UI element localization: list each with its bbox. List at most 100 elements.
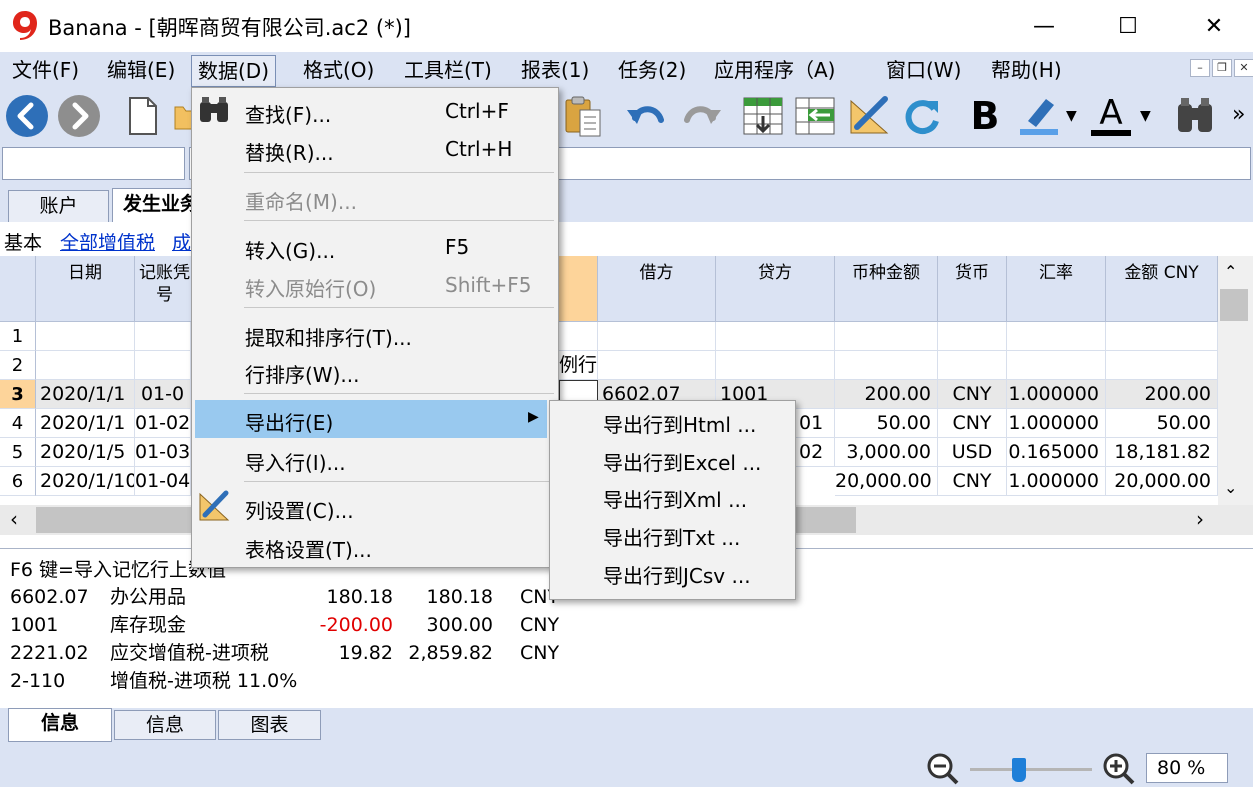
scroll-left-icon[interactable]: ‹ [10, 507, 18, 531]
table-cell-currency-amount[interactable]: 50.00 [835, 409, 938, 438]
paste-icon[interactable] [560, 92, 606, 140]
column-header-currency[interactable]: 货币 [938, 256, 1007, 322]
toolbar-more-icon[interactable]: » [1232, 102, 1245, 127]
zoom-out-icon[interactable] [926, 752, 960, 791]
table-cell-currency[interactable]: CNY [938, 409, 1007, 438]
row-number[interactable]: 4 [0, 409, 36, 438]
menu-item-goto[interactable]: 转入(G)... F5 [192, 228, 558, 266]
chevron-down-icon[interactable]: ▼ [1066, 108, 1077, 124]
table-cell-date[interactable]: 2020/1/5 [36, 438, 135, 467]
table-cell[interactable] [938, 351, 1007, 380]
view-basic[interactable]: 基本 [4, 228, 42, 255]
tab-transactions[interactable]: 发生业务 [112, 188, 197, 222]
menu-item-sort-rows[interactable]: 行排序(W)... [192, 352, 558, 390]
undo-icon[interactable] [624, 92, 670, 140]
menu-item-extract-sort[interactable]: 提取和排序行(T)... [192, 315, 558, 353]
tab-info[interactable]: 信息 [114, 710, 216, 740]
table-cell-amount-cny[interactable]: 20,000.00 [1106, 467, 1218, 496]
menu-item-find[interactable]: 查找(F)... Ctrl+F [192, 92, 558, 130]
table-cell[interactable] [1106, 322, 1218, 351]
table-cell-date[interactable]: 2020/1/10 [36, 467, 135, 496]
menu-item-export-rows[interactable]: 导出行(E) ▶ [195, 400, 547, 438]
table-cell-amount-cny[interactable]: 50.00 [1106, 409, 1218, 438]
table-cell[interactable] [36, 351, 135, 380]
table-cell[interactable] [835, 351, 938, 380]
zoom-slider-thumb[interactable] [1012, 758, 1026, 782]
view-other[interactable]: 成 [172, 228, 191, 255]
zoom-in-icon[interactable] [1102, 752, 1136, 791]
table-cell-voucher[interactable]: 01-0 [135, 380, 191, 409]
table-cell-rate[interactable]: 1.000000 [1007, 380, 1106, 409]
table-cell-voucher[interactable]: 01-02 [135, 409, 191, 438]
table-cell-currency-amount[interactable]: 200.00 [835, 380, 938, 409]
close-button[interactable]: ✕ [1186, 0, 1242, 52]
highlighter-icon[interactable] [1016, 92, 1062, 140]
font-color-icon[interactable]: A [1088, 92, 1134, 140]
table-cell-currency[interactable]: CNY [938, 380, 1007, 409]
table-cell[interactable] [938, 322, 1007, 351]
column-header-currency-amount[interactable]: 币种金额 [835, 256, 938, 322]
mdi-close-icon[interactable]: ✕ [1234, 59, 1253, 77]
table-cell[interactable] [1007, 351, 1106, 380]
tab-charts[interactable]: 图表 [218, 710, 321, 740]
insert-row-icon[interactable] [740, 92, 786, 140]
mdi-restore-icon[interactable]: ❐ [1212, 59, 1232, 77]
menu-tasks[interactable]: 任务(2) [612, 55, 692, 87]
scroll-right-icon[interactable]: › [1196, 507, 1204, 531]
table-cell[interactable] [716, 351, 835, 380]
submenu-export-jcsv[interactable]: 导出行到JCsv ... [550, 557, 795, 595]
table-cell-credit[interactable]: 02 [795, 438, 835, 467]
column-header-date[interactable]: 日期 [36, 256, 135, 322]
menu-data[interactable]: 数据(D) [191, 55, 277, 87]
table-cell-date[interactable]: 2020/1/1 [36, 409, 135, 438]
table-cell-amount-cny[interactable]: 200.00 [1106, 380, 1218, 409]
menu-item-table-setup[interactable]: 表格设置(T)... [192, 527, 558, 565]
table-cell[interactable] [716, 322, 835, 351]
submenu-export-html[interactable]: 导出行到Html ... [550, 406, 795, 444]
table-cell[interactable] [36, 322, 135, 351]
table-cell[interactable] [135, 322, 191, 351]
column-setup-icon[interactable] [846, 92, 892, 140]
table-cell[interactable] [559, 322, 598, 351]
refresh-icon[interactable] [898, 92, 944, 140]
table-cell-description[interactable]: 例行 [559, 351, 598, 380]
menu-item-import-rows[interactable]: 导入行(I)... [192, 440, 558, 478]
redo-icon[interactable] [678, 92, 724, 140]
menu-item-replace[interactable]: 替换(R)... Ctrl+H [192, 130, 558, 168]
column-header-voucher[interactable]: 记账凭 号 [135, 256, 195, 322]
table-cell-voucher[interactable]: 01-04 [135, 467, 191, 496]
table-cell[interactable] [598, 351, 716, 380]
table-cell-credit[interactable]: 01 [795, 409, 835, 438]
binoculars-icon[interactable] [1172, 92, 1218, 140]
menu-apps[interactable]: 应用程序（A) [708, 55, 841, 87]
submenu-export-txt[interactable]: 导出行到Txt ... [550, 519, 795, 557]
row-number[interactable]: 5 [0, 438, 36, 467]
menu-window[interactable]: 窗口(W) [880, 55, 967, 87]
submenu-export-xml[interactable]: 导出行到Xml ... [550, 481, 795, 519]
menu-help[interactable]: 帮助(H) [985, 55, 1068, 87]
menu-item-columns-setup[interactable]: 列设置(C)... [192, 488, 558, 526]
move-row-icon[interactable] [792, 92, 838, 140]
menu-edit[interactable]: 编辑(E) [101, 55, 181, 87]
menu-reports[interactable]: 报表(1) [515, 55, 595, 87]
zoom-slider-track[interactable] [970, 768, 1092, 771]
scroll-down-icon[interactable]: ⌄ [1224, 478, 1237, 497]
table-cell-currency-amount[interactable]: 3,000.00 [835, 438, 938, 467]
table-cell[interactable] [135, 351, 191, 380]
column-header-debit[interactable]: 借方 [598, 256, 716, 322]
table-cell-currency[interactable]: USD [938, 438, 1007, 467]
submenu-export-excel[interactable]: 导出行到Excel ... [550, 444, 795, 482]
chevron-down-icon[interactable]: ▼ [1140, 108, 1151, 124]
table-cell-rate[interactable]: 1.000000 [1007, 467, 1106, 496]
table-cell-amount-cny[interactable]: 18,181.82 [1106, 438, 1218, 467]
table-cell[interactable] [598, 322, 716, 351]
column-header-rate[interactable]: 汇率 [1007, 256, 1106, 322]
back-icon[interactable] [4, 92, 50, 140]
tab-info-active[interactable]: 信息 [8, 708, 112, 742]
minimize-button[interactable]: — [1016, 0, 1072, 52]
menu-toolbar[interactable]: 工具栏(T) [398, 55, 498, 87]
row-number[interactable]: 1 [0, 322, 36, 351]
new-file-icon[interactable] [120, 92, 166, 140]
menu-format[interactable]: 格式(O) [297, 55, 380, 87]
table-cell[interactable] [835, 322, 938, 351]
